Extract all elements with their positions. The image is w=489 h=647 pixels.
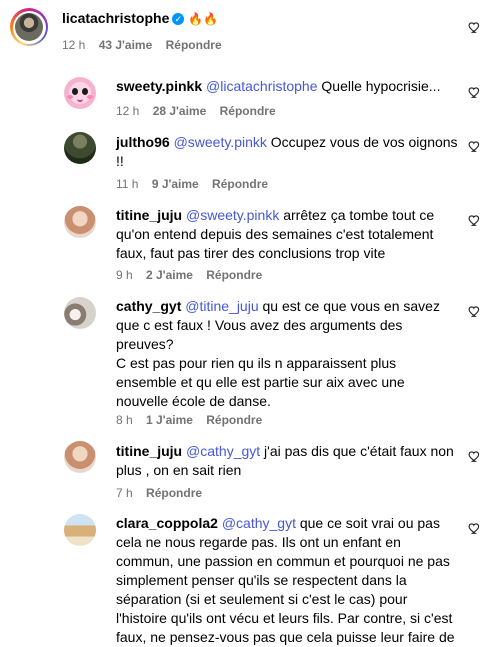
avatar[interactable] — [64, 206, 96, 238]
avatar[interactable] — [10, 8, 48, 46]
reply-button[interactable]: Répondre — [212, 177, 268, 191]
avatar[interactable] — [64, 77, 96, 109]
reply-button[interactable]: Répondre — [220, 104, 276, 118]
heart-outline-icon[interactable] — [468, 20, 482, 34]
timestamp: 8 h — [116, 413, 133, 427]
mention-link[interactable]: @sweety.pinkk — [186, 207, 279, 223]
username[interactable]: cathy_gyt — [116, 298, 181, 314]
reply-button[interactable]: Répondre — [146, 486, 202, 500]
heart-outline-icon[interactable] — [468, 521, 482, 535]
mention-link[interactable]: @titine_juju — [185, 298, 258, 314]
username[interactable]: licatachristophe — [62, 10, 169, 26]
avatar[interactable] — [64, 441, 96, 473]
comment-text: Quelle hypocrisie... — [317, 78, 441, 94]
timestamp: 12 h — [62, 38, 86, 52]
comment-meta: 8 h 1 J'aime Répondre — [116, 413, 272, 427]
reply-button[interactable]: Répondre — [166, 38, 222, 52]
like-count[interactable]: 1 J'aime — [146, 413, 193, 427]
comment-meta: 7 h Répondre — [116, 486, 212, 500]
timestamp: 7 h — [116, 486, 133, 500]
comment-meta: 12 h 28 J'aime Répondre — [116, 104, 286, 118]
like-count[interactable]: 9 J'aime — [152, 177, 199, 191]
comment-meta: 12 h 43 J'aime Répondre — [62, 38, 232, 52]
comment-meta: 11 h 9 J'aime Répondre — [116, 177, 278, 191]
timestamp: 11 h — [116, 177, 139, 191]
mention-link[interactable]: @cathy_gyt — [222, 515, 296, 531]
username[interactable]: clara_coppola2 — [116, 515, 218, 531]
heart-outline-icon[interactable] — [468, 304, 482, 318]
avatar[interactable] — [64, 297, 96, 329]
username[interactable]: sweety.pinkk — [116, 78, 202, 94]
comment-meta: 9 h 2 J'aime Répondre — [116, 268, 272, 282]
reply-button[interactable]: Répondre — [206, 268, 262, 282]
heart-outline-icon[interactable] — [468, 449, 482, 463]
heart-outline-icon[interactable] — [468, 139, 482, 153]
avatar[interactable] — [64, 514, 96, 546]
like-count[interactable]: 2 J'aime — [146, 268, 193, 282]
like-count[interactable]: 43 J'aime — [99, 38, 153, 52]
mention-link[interactable]: @sweety.pinkk — [174, 134, 267, 150]
heart-outline-icon[interactable] — [468, 85, 482, 99]
comment-text: qu est ce que vous en savez que c est fa… — [116, 298, 440, 409]
mention-link[interactable]: @licatachristophe — [206, 78, 318, 94]
heart-outline-icon[interactable] — [468, 213, 482, 227]
like-count[interactable]: 28 J'aime — [153, 104, 207, 118]
timestamp: 12 h — [116, 104, 140, 118]
username[interactable]: titine_juju — [116, 207, 182, 223]
username[interactable]: titine_juju — [116, 443, 182, 459]
comment-text: que ce soit vrai ou pas cela ne nous reg… — [116, 515, 455, 645]
username[interactable]: jultho96 — [116, 134, 170, 150]
verified-badge-icon: ✓ — [172, 13, 185, 25]
timestamp: 9 h — [116, 268, 133, 282]
avatar[interactable] — [64, 132, 96, 164]
reply-button[interactable]: Répondre — [206, 413, 262, 427]
comment-text: 🔥🔥 — [188, 12, 219, 26]
mention-link[interactable]: @cathy_gyt — [186, 443, 260, 459]
